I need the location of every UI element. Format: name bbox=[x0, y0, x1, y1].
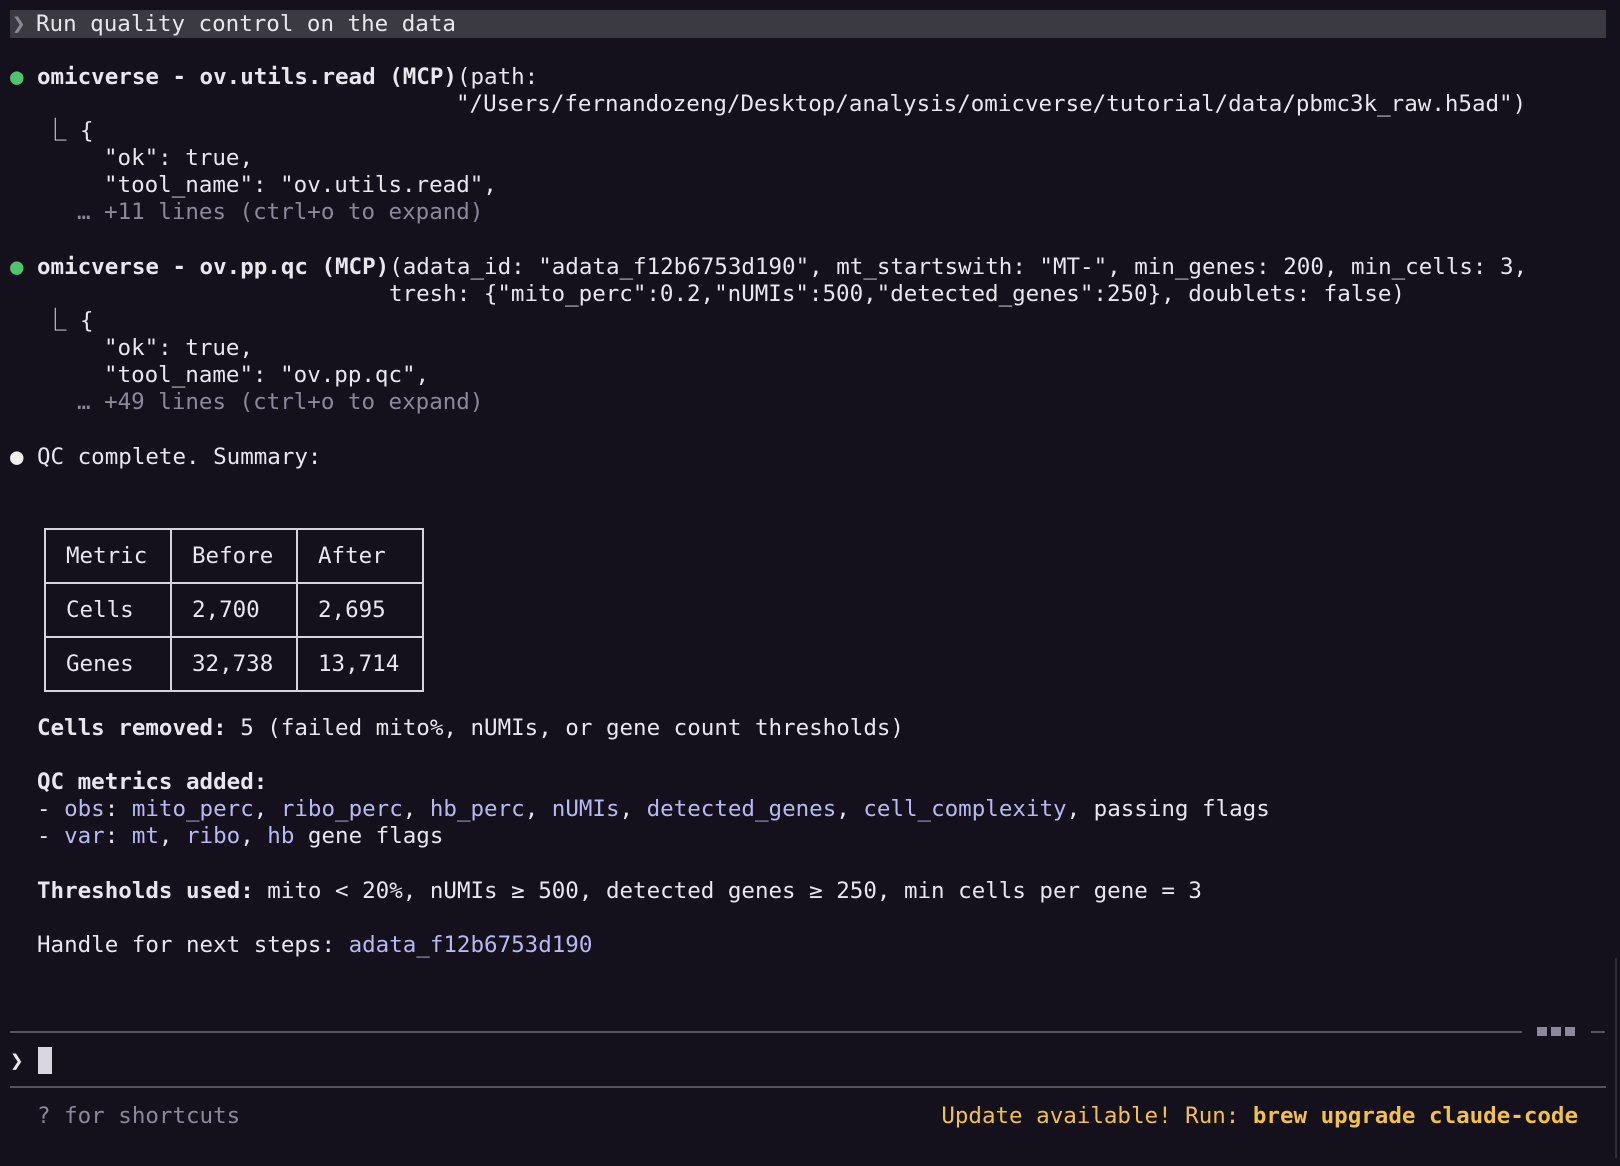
qc-summary-table: Metric Before After Cells 2,700 2,695 Ge… bbox=[44, 528, 424, 692]
table-header-row: Metric Before After bbox=[44, 528, 424, 584]
metric-code: mt bbox=[131, 823, 159, 849]
tool-result-line: "ok": true, bbox=[104, 335, 254, 361]
prompt-chevron-icon: ❯ bbox=[12, 11, 26, 37]
input-border-marker bbox=[1565, 1027, 1575, 1036]
input-bottom-border bbox=[10, 1086, 1606, 1088]
metric-code: nUMIs bbox=[551, 796, 620, 822]
metric-code: ribo_perc bbox=[280, 796, 403, 822]
tool-call-name: omicverse - ov.utils.read (MCP) bbox=[37, 64, 457, 90]
tool-call-args-continued: "/Users/fernandozeng/Desktop/analysis/om… bbox=[456, 91, 1527, 117]
qc-metrics-label: QC metrics added: bbox=[37, 769, 268, 795]
tool-status-dot-icon: ● bbox=[10, 254, 24, 280]
scrollbar[interactable] bbox=[1615, 958, 1617, 1158]
var-metrics-line: - var: mt, ribo, hb gene flags bbox=[37, 822, 443, 850]
table-header-cell: Metric bbox=[44, 528, 172, 584]
input-cursor[interactable] bbox=[38, 1047, 52, 1074]
list-comma: , bbox=[619, 796, 647, 822]
list-bullet: - bbox=[37, 796, 65, 822]
cells-removed-label: Cells removed: bbox=[37, 715, 227, 741]
list-suffix: , passing flags bbox=[1066, 796, 1270, 822]
cells-removed-text: 5 (failed mito%, nUMIs, or gene count th… bbox=[226, 715, 904, 741]
metric-code: cell_complexity bbox=[863, 796, 1067, 822]
shortcuts-hint: ? for shortcuts bbox=[37, 1103, 241, 1129]
list-comma: , bbox=[402, 796, 430, 822]
obs-metrics-line: - obs: mito_perc, ribo_perc, hb_perc, nU… bbox=[37, 795, 1270, 823]
list-comma: , bbox=[524, 796, 552, 822]
handle-value: adata_f12b6753d190 bbox=[348, 932, 593, 958]
table-cell: 13,714 bbox=[296, 636, 424, 692]
tool-call-args: (path: bbox=[456, 64, 539, 90]
tool-call-args-continued: tresh: {"mito_perc":0.2,"nUMIs":500,"det… bbox=[389, 281, 1405, 307]
tool-call-header: omicverse - ov.utils.read (MCP)(path: bbox=[37, 63, 538, 91]
table-cell: Cells bbox=[44, 582, 172, 638]
response-dot-icon: ● bbox=[10, 444, 24, 470]
tool-result-line: "tool_name": "ov.pp.qc", bbox=[104, 362, 430, 388]
table-row: Cells 2,700 2,695 bbox=[44, 582, 424, 638]
metric-code: ribo bbox=[186, 823, 241, 849]
table-cell: 2,695 bbox=[296, 582, 424, 638]
input-border-marker bbox=[1551, 1027, 1561, 1036]
list-comma: , bbox=[836, 796, 864, 822]
list-comma: , bbox=[253, 796, 281, 822]
metric-code: hb bbox=[267, 823, 295, 849]
thresholds-label: Thresholds used: bbox=[37, 878, 254, 904]
list-sep: : bbox=[104, 796, 132, 822]
table-header-cell: After bbox=[296, 528, 424, 584]
user-prompt-bar: ❯ Run quality control on the data bbox=[10, 10, 1606, 38]
list-bullet: - bbox=[37, 823, 65, 849]
table-cell: Genes bbox=[44, 636, 172, 692]
update-notice: Update available! Run: brew upgrade clau… bbox=[941, 1102, 1578, 1130]
list-suffix: gene flags bbox=[294, 823, 444, 849]
metric-code: mito_perc bbox=[131, 796, 254, 822]
obs-key: obs bbox=[64, 796, 105, 822]
handle-line: Handle for next steps: adata_f12b6753d19… bbox=[37, 931, 592, 959]
list-sep: : bbox=[104, 823, 132, 849]
handle-label: Handle for next steps: bbox=[37, 932, 349, 958]
tool-call-args: (adata_id: "adata_f12b6753d190", mt_star… bbox=[389, 254, 1528, 280]
input-border-dash bbox=[1591, 1031, 1605, 1033]
tool-result-line: "tool_name": "ov.utils.read", bbox=[104, 172, 497, 198]
table-header-cell: Before bbox=[170, 528, 298, 584]
metric-code: detected_genes bbox=[646, 796, 837, 822]
update-command: brew upgrade claude-code bbox=[1252, 1103, 1578, 1129]
var-key: var bbox=[64, 823, 105, 849]
table-cell: 32,738 bbox=[170, 636, 298, 692]
tool-result-prefix: ⎿ { bbox=[44, 308, 94, 334]
tool-result-expand-hint[interactable]: … +11 lines (ctrl+o to expand) bbox=[77, 198, 483, 226]
tool-call-name: omicverse - ov.pp.qc (MCP) bbox=[37, 254, 390, 280]
tool-result-line: "ok": true, bbox=[104, 145, 254, 171]
input-border-marker bbox=[1537, 1027, 1547, 1036]
thresholds-line: Thresholds used: mito < 20%, nUMIs ≥ 500… bbox=[37, 877, 1202, 905]
tool-result-expand-hint[interactable]: … +49 lines (ctrl+o to expand) bbox=[77, 388, 483, 416]
tool-call-header: omicverse - ov.pp.qc (MCP)(adata_id: "ad… bbox=[37, 253, 1527, 281]
table-cell: 2,700 bbox=[170, 582, 298, 638]
input-top-border bbox=[10, 1031, 1522, 1033]
list-comma: , bbox=[240, 823, 268, 849]
list-comma: , bbox=[158, 823, 187, 849]
update-prefix: Update available! Run: bbox=[941, 1103, 1253, 1129]
tool-status-dot-icon: ● bbox=[10, 64, 24, 90]
thresholds-text: mito < 20%, nUMIs ≥ 500, detected genes … bbox=[253, 878, 1202, 904]
user-prompt-text: Run quality control on the data bbox=[36, 11, 456, 37]
cells-removed-line: Cells removed: 5 (failed mito%, nUMIs, o… bbox=[37, 714, 904, 742]
input-prompt-chevron-icon: ❯ bbox=[10, 1048, 24, 1074]
metric-code: hb_perc bbox=[429, 796, 525, 822]
tool-result-prefix: ⎿ { bbox=[44, 118, 94, 144]
table-row: Genes 32,738 13,714 bbox=[44, 636, 424, 692]
response-heading: QC complete. Summary: bbox=[37, 444, 322, 470]
